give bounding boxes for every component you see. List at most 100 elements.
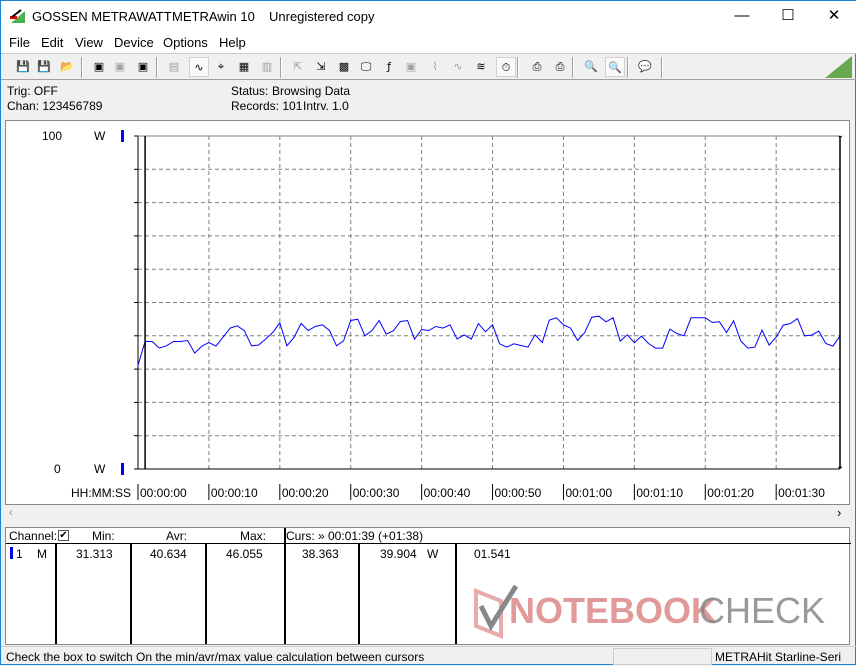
histogram-icon[interactable]: ▥ [257, 57, 277, 77]
y-unit-label: W [94, 129, 106, 143]
status-hint: Check the box to switch On the min/avr/m… [6, 650, 425, 664]
multi-wave-icon[interactable]: ≋ [471, 57, 491, 77]
header-max: Max: [240, 529, 267, 543]
maximize-button[interactable]: ☐ [765, 1, 811, 31]
monitor-icon[interactable]: 🖵 [356, 57, 376, 77]
device-read-disabled-icon[interactable]: ▣ [110, 57, 130, 77]
device-read-icon[interactable]: ▣ [89, 57, 109, 77]
svg-text:NOTEBOOK: NOTEBOOK [509, 590, 717, 631]
x-tick-label: 00:00:50 [495, 486, 542, 500]
device-memory-icon[interactable]: ▣ [133, 57, 153, 77]
x-tick-label: 00:01:00 [565, 486, 612, 500]
y-tick-label: 100 [42, 129, 62, 143]
series-line [137, 315, 841, 366]
toolbar-separator [280, 57, 282, 78]
menu-device[interactable]: Device [114, 35, 154, 50]
save-as-icon[interactable]: 💾 [34, 57, 54, 77]
x-tick-label: 00:00:30 [353, 486, 400, 500]
import-icon[interactable]: ⇲ [311, 57, 331, 77]
toolbar-separator [661, 57, 663, 78]
registration-status: Unregistered copy [269, 9, 375, 24]
app-title: METRAwin 10 [172, 9, 255, 24]
row-channel-number: 1 [16, 547, 23, 561]
function-icon[interactable]: ƒ [379, 57, 399, 77]
notebookcheck-watermark: NOTEBOOK CHECK [471, 581, 851, 644]
header-avr: Avr: [166, 529, 188, 543]
x-tick-label: 00:00:00 [140, 486, 187, 500]
scroll-left-icon[interactable]: ‹ [9, 505, 13, 519]
horizontal-scrollbar[interactable]: ‹ › [5, 505, 850, 522]
x-tick-label: 00:01:20 [707, 486, 754, 500]
crosshair-icon[interactable]: ⌖ [211, 57, 231, 77]
menu-help[interactable]: Help [219, 35, 246, 50]
interval: Intrv. 1.0 [303, 99, 349, 113]
y-tick-label: 0 [54, 462, 61, 476]
x-tick-label: 00:01:30 [778, 486, 825, 500]
channel-scale-marker [121, 130, 124, 142]
channel-list: Chan: 123456789 [7, 99, 103, 113]
toolbar-separator [517, 57, 519, 78]
trigger-status: Trig: OFF [7, 84, 58, 98]
sine-icon[interactable]: ∿ [448, 57, 468, 77]
records-count: Records: 101 [231, 99, 303, 113]
minimize-button[interactable]: — [719, 1, 765, 31]
chart-panel[interactable]: 100 0 W W HH:MM:SS 00:00:00 00:00:10 00:00:20 00… [5, 120, 850, 505]
display-digits-icon[interactable]: ▤ [164, 57, 184, 77]
save-icon[interactable]: 💾 [13, 57, 33, 77]
y-unit-label: W [94, 462, 106, 476]
open-icon[interactable]: 📂 [57, 57, 77, 77]
status-label: Status: [231, 84, 269, 98]
menu-edit[interactable]: Edit [41, 35, 63, 50]
print-preview-icon[interactable]: ⎙ [527, 57, 547, 77]
x-tick-label: 00:00:40 [424, 486, 471, 500]
menu-view[interactable]: View [75, 35, 103, 50]
row-cursor1: 38.363 [302, 547, 339, 561]
brand-title: GOSSEN METRAWATT [32, 9, 172, 24]
menu-file[interactable]: File [9, 35, 30, 50]
row-max: 46.055 [226, 547, 263, 561]
toolbar-separator [81, 57, 83, 78]
row-unit: W [427, 547, 439, 561]
row-cursor2: 39.904 [380, 547, 417, 561]
row-diff: 01.541 [474, 547, 511, 561]
title-bar: GOSSEN METRAWATT METRAwin 10 Unregistere… [1, 1, 856, 33]
toolbar-separator [156, 57, 158, 78]
comment-icon[interactable]: 💬 [635, 57, 655, 77]
x-tick-label: 00:01:10 [636, 486, 683, 500]
header-cursor: Curs: » 00:01:39 (+01:38) [286, 529, 424, 543]
status-corner-icon [825, 56, 852, 78]
export-icon[interactable]: ⇱ [288, 57, 308, 77]
info-panel: Trig: OFF Chan: 123456789 Status: Browsi… [1, 81, 856, 119]
menu-bar: File Edit View Device Options Help [1, 33, 856, 53]
waveform-view-icon[interactable]: ∿ [189, 57, 209, 77]
data-log-icon[interactable]: ▩ [334, 57, 354, 77]
header-channel: Channel: [9, 529, 58, 543]
zoom-all-icon[interactable]: 🔍 [581, 57, 601, 77]
device-settings-icon[interactable]: ▣ [401, 57, 421, 77]
row-mode: M [37, 547, 47, 561]
table-view-icon[interactable]: ▦ [234, 57, 254, 77]
x-tick-label: 00:00:10 [211, 486, 258, 500]
print-icon[interactable]: ⎙ [550, 57, 570, 77]
channel-scale-marker [121, 463, 124, 475]
toolbar-separator [627, 57, 629, 78]
trigger-icon[interactable]: ⌇ [425, 57, 445, 77]
cursor-handle-icon: ⌄ [836, 130, 844, 141]
app-logo-icon [10, 9, 25, 23]
device-name: METRAHit Starline-Seri [715, 650, 842, 664]
zoom-wave-icon[interactable]: 🔍 [605, 57, 625, 77]
minmax-cursor-checkbox[interactable]: ✔ [58, 530, 69, 541]
timer-icon[interactable]: ⏱ [496, 57, 516, 77]
close-button[interactable]: ✕ [811, 1, 856, 31]
status-bar: Check the box to switch On the min/avr/m… [1, 646, 856, 666]
menu-options[interactable]: Options [163, 35, 208, 50]
cursor-handle-icon: ⌃ [836, 465, 844, 476]
x-axis-label: HH:MM:SS [71, 486, 131, 500]
header-min: Min: [92, 529, 115, 543]
toolbar: 💾💾📂▣▣▣▤∿⌖▦▥⇱⇲▩🖵ƒ▣⌇∿≋◷⏱⎙⎙🔍🔍💬 [1, 53, 856, 80]
row-avr: 40.634 [150, 547, 187, 561]
svg-text:CHECK: CHECK [699, 590, 825, 631]
scroll-right-icon[interactable]: › [837, 505, 841, 520]
channel-color-marker [10, 547, 13, 559]
line-chart[interactable]: 100 0 W W HH:MM:SS 00:00:00 00:00:10 00:00:20 00… [6, 121, 851, 506]
